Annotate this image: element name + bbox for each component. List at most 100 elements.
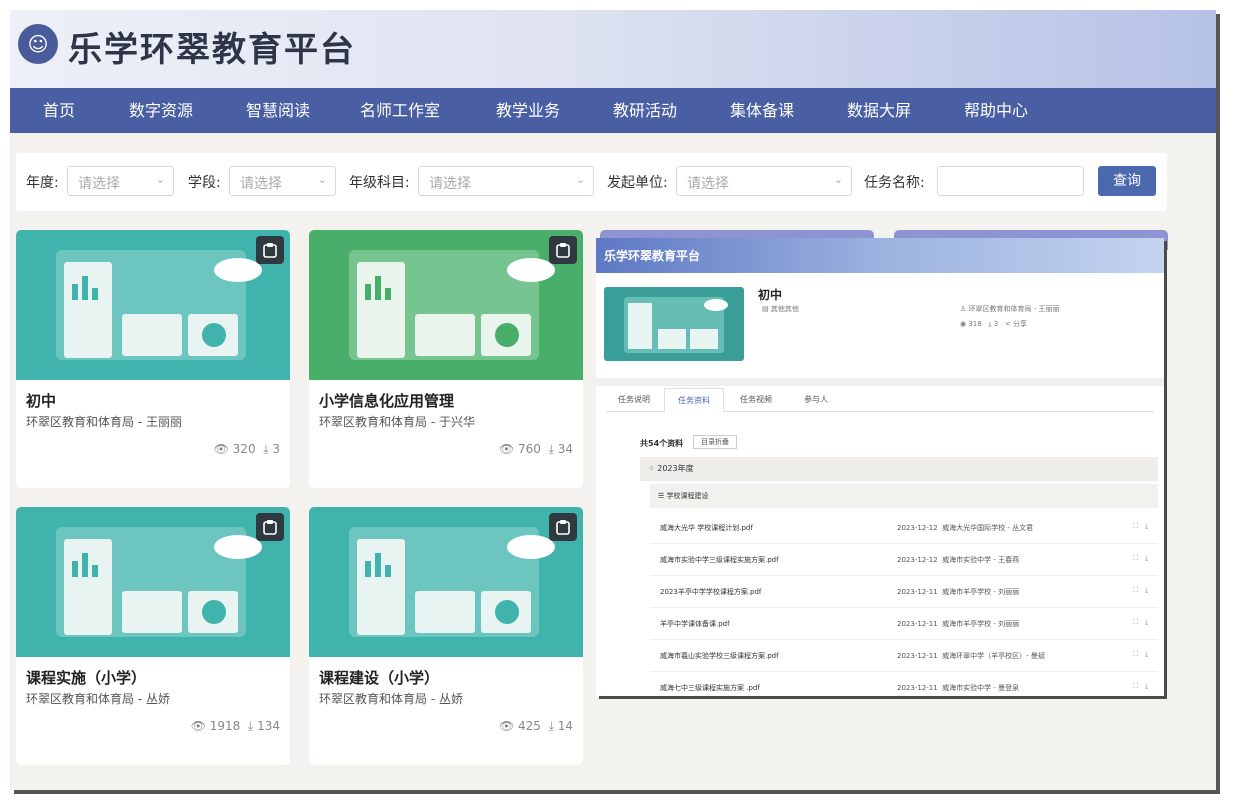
file-date: 2023-12-11 [897, 684, 938, 692]
file-name[interactable]: 2023羊亭中学学校课程方案.pdf [660, 587, 761, 597]
folder-group[interactable]: ☰ 学校课程建设 [650, 484, 1158, 508]
file-org: 威海市实验中学 - 曼登泉 [942, 684, 1020, 692]
view-count: 760 [518, 442, 541, 456]
file-row[interactable]: 威海市实验中学三级课程实施方案.pdf 2023-12-12 威海市实验中学 -… [650, 544, 1158, 576]
nav-item-help[interactable]: 帮助中心 [956, 88, 1036, 133]
file-name[interactable]: 威海市实验中学三级课程实施方案.pdf [660, 555, 779, 565]
detail-type: ▤ 其他其他 [762, 305, 799, 313]
file-row[interactable]: 2023羊亭中学学校课程方案.pdf 2023-12-11 威海市羊亭学校 - … [650, 576, 1158, 608]
file-actions: ⛶ ⤓ [1133, 586, 1148, 595]
file-name[interactable]: 威海大光华 学校课程计划.pdf [660, 523, 753, 533]
tab-task-materials[interactable]: 任务资料 [664, 388, 724, 412]
task-name-input[interactable] [937, 166, 1084, 196]
nav-item-research[interactable]: 教研活动 [605, 88, 685, 133]
nav-item-teaching[interactable]: 教学业务 [488, 88, 568, 133]
detail-downloads: 3 [993, 320, 999, 328]
year-group[interactable]: ⁘ 2023年度 [640, 457, 1158, 481]
tab-task-videos[interactable]: 任务视频 [726, 388, 786, 412]
card-stats: 👁 425 ⤓ 14 [499, 719, 573, 734]
tab-participants[interactable]: 参与人 [788, 388, 844, 412]
file-name[interactable]: 威海七中三级课程实施方案 .pdf [660, 683, 760, 693]
download-icon[interactable]: ⤓ [1145, 522, 1148, 530]
detail-popup: 乐学环翠教育平台 初中 ▤ 其他其他 ♙ 环翠区教育和体育局 - 王丽丽 ◉ 3… [596, 238, 1164, 696]
file-row[interactable]: 威海市羲山实验学校三级课程方案.pdf 2023-12-11 威海环翠中学（羊亭… [650, 640, 1158, 672]
nav-item-smart-reading[interactable]: 智慧阅读 [238, 88, 318, 133]
nav-item-home[interactable]: 首页 [24, 88, 94, 133]
detail-header: 乐学环翠教育平台 [596, 238, 1164, 273]
filter-bar: 年度: 请选择 ⌄ 学段: 请选择 ⌄ 年级科目: 请选择 ⌄ 发起单位: 请选… [16, 153, 1167, 211]
card-subtitle: 环翠区教育和体育局 - 王丽丽 [26, 415, 182, 429]
file-actions: ⛶ ⤓ [1133, 650, 1148, 659]
share-icon[interactable]: < [1005, 320, 1011, 328]
preview-icon[interactable]: ⛶ [1133, 682, 1138, 690]
org-select[interactable]: 请选择 ⌄ [676, 166, 852, 196]
card-title: 课程建设（小学） [319, 669, 440, 687]
card-thumbnail [309, 507, 583, 657]
detail-stats: ◉ 318 ⤓ 3 < 分享 [960, 319, 1027, 329]
file-date: 2023-12-12 [897, 524, 938, 532]
grade-subject-select[interactable]: 请选择 ⌄ [418, 166, 594, 196]
detail-views: 318 [968, 320, 982, 328]
card-title: 初中 [26, 392, 57, 410]
download-icon[interactable]: ⤓ [1145, 586, 1148, 594]
preview-icon[interactable]: ⛶ [1133, 650, 1138, 658]
tab-task-description[interactable]: 任务说明 [606, 388, 662, 412]
grid-icon: ⁘ [648, 464, 655, 473]
year-label: 年度: [26, 175, 59, 191]
preview-icon[interactable]: ⛶ [1133, 554, 1138, 562]
query-button[interactable]: 查询 [1098, 166, 1156, 196]
course-card[interactable]: 课程建设（小学） 环翠区教育和体育局 - 丛娇 👁 425 ⤓ 14 [309, 507, 583, 765]
course-card[interactable]: 初中 环翠区教育和体育局 - 王丽丽 👁 320 ⤓ 3 [16, 230, 290, 488]
eye-icon: 👁 [498, 442, 515, 456]
nav-item-lesson-prep[interactable]: 集体备课 [722, 88, 802, 133]
share-button[interactable]: 分享 [1013, 320, 1027, 328]
download-icon[interactable]: ⤓ [1145, 682, 1148, 690]
eye-icon: ◉ [960, 320, 967, 328]
download-icon[interactable]: ⤓ [1145, 554, 1148, 562]
download-count: 14 [557, 719, 573, 733]
clipboard-icon [549, 236, 577, 264]
course-card[interactable]: 课程实施（小学） 环翠区教育和体育局 - 丛娇 👁 1918 ⤓ 134 [16, 507, 290, 765]
task-name-label: 任务名称: [864, 175, 925, 191]
detail-author: ♙ 环翠区教育和体育局 - 王丽丽 [960, 305, 1060, 313]
file-row[interactable]: 威海大光华 学校课程计划.pdf 2023-12-12 威海大光华国际学校 - … [650, 512, 1158, 544]
grade-subject-select-value: 请选择 [429, 176, 471, 192]
file-name[interactable]: 羊亭中学课体备课.pdf [660, 619, 730, 629]
clipboard-icon [256, 513, 284, 541]
preview-icon[interactable]: ⛶ [1133, 586, 1138, 594]
file-date: 2023-12-11 [897, 652, 938, 660]
site-title: 乐学环翠教育平台 [68, 30, 356, 70]
file-date: 2023-12-12 [897, 556, 938, 564]
card-title: 小学信息化应用管理 [319, 392, 455, 410]
stage-select-value: 请选择 [240, 176, 282, 192]
year-select[interactable]: 请选择 ⌄ [67, 166, 174, 196]
preview-icon[interactable]: ⛶ [1133, 522, 1138, 530]
stage-label: 学段: [188, 175, 221, 191]
eye-icon: 👁 [190, 719, 206, 733]
detail-type-value: 其他其他 [770, 305, 799, 313]
detail-thumbnail [604, 287, 744, 361]
file-meta: 2023-12-11 威海市羊亭学校 - 刘丽丽 [897, 587, 1019, 597]
stage-select[interactable]: 请选择 ⌄ [229, 166, 336, 196]
chevron-down-icon: ⌄ [317, 173, 327, 186]
download-count: 34 [557, 442, 573, 456]
nav-item-teacher-studio[interactable]: 名师工作室 [355, 88, 445, 133]
detail-title: 初中 [758, 288, 783, 302]
materials-count: 共54个资料 [640, 439, 684, 448]
folder-group-label: 学校课程建设 [666, 492, 709, 500]
file-actions: ⛶ ⤓ [1133, 522, 1148, 531]
download-icon[interactable]: ⤓ [1145, 618, 1148, 626]
download-icon[interactable]: ⤓ [1145, 650, 1148, 658]
collapse-toc-button[interactable]: 目录折叠 [693, 435, 737, 449]
detail-header-title: 乐学环翠教育平台 [604, 249, 701, 263]
nav-item-digital-resources[interactable]: 数字资源 [121, 88, 201, 133]
file-name[interactable]: 威海市羲山实验学校三级课程方案.pdf [660, 651, 779, 661]
divider [596, 378, 1164, 386]
course-card[interactable]: 小学信息化应用管理 环翠区教育和体育局 - 于兴华 👁 760 ⤓ 34 [309, 230, 583, 488]
file-meta: 2023-12-11 威海市实验中学 - 曼登泉 [897, 683, 1019, 693]
file-row[interactable]: 威海七中三级课程实施方案 .pdf 2023-12-11 威海市实验中学 - 曼… [650, 672, 1158, 696]
preview-icon[interactable]: ⛶ [1133, 618, 1138, 626]
view-count: 425 [518, 719, 541, 733]
file-row[interactable]: 羊亭中学课体备课.pdf 2023-12-11 威海市羊亭学校 - 刘丽丽 ⛶ … [650, 608, 1158, 640]
nav-item-data-screen[interactable]: 数据大屏 [839, 88, 919, 133]
